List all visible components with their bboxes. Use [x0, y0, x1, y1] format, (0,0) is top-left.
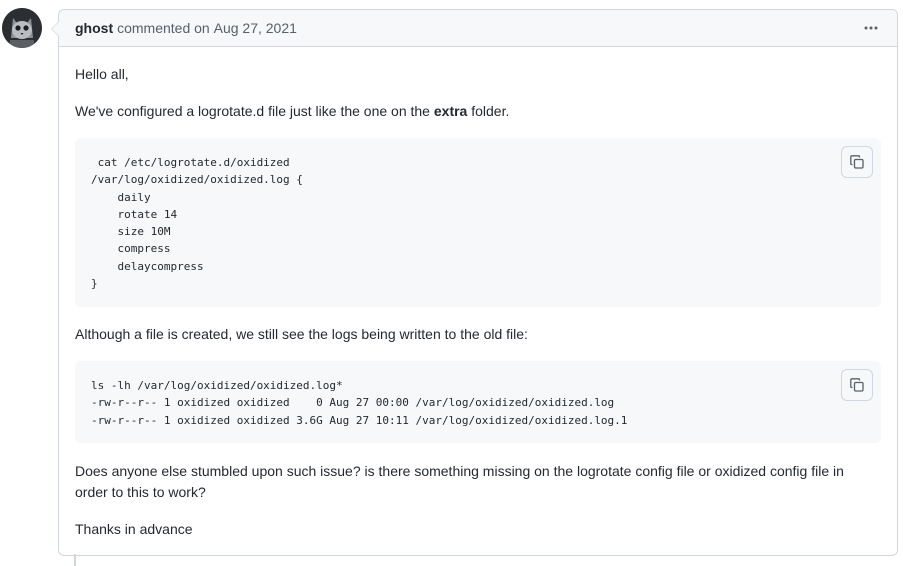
- greeting-text: Hello all,: [75, 66, 129, 82]
- code-ls: ls -lh /var/log/oxidized/oxidized.log* -…: [91, 379, 628, 427]
- comment-caret-inner: [52, 22, 59, 36]
- intro-after: folder.: [471, 103, 510, 119]
- copy-icon: [850, 155, 864, 169]
- intro-text: We've configured a logrotate.d file just…: [75, 101, 509, 122]
- comment-box: ghost commented on Aug 27, 2021 Hello al…: [51, 9, 898, 556]
- thanks-text: Thanks in advance: [75, 521, 193, 537]
- question-text: Does anyone else stumbled upon such issu…: [75, 463, 844, 500]
- kebab-horizontal-icon[interactable]: [859, 18, 883, 38]
- timeline-line: [74, 554, 76, 566]
- avatar[interactable]: [2, 8, 42, 48]
- intro-before: We've configured a logrotate.d file just…: [75, 103, 430, 119]
- comment-date[interactable]: Aug 27, 2021: [214, 20, 297, 36]
- code-block-ls: ls -lh /var/log/oxidized/oxidized.log* -…: [75, 361, 881, 443]
- copy-icon: [850, 378, 864, 392]
- code-block-logrotate: cat /etc/logrotate.d/oxidized /var/log/o…: [75, 138, 881, 307]
- code-logrotate: cat /etc/logrotate.d/oxidized /var/log/o…: [91, 156, 303, 291]
- copy-button[interactable]: [841, 369, 873, 401]
- comment-action: commented on: [117, 20, 210, 36]
- observation-text: Although a file is created, we still see…: [75, 326, 528, 342]
- comment-header: ghost commented on Aug 27, 2021: [59, 10, 897, 47]
- author-link[interactable]: ghost: [75, 20, 113, 36]
- copy-button[interactable]: [841, 146, 873, 178]
- intro-bold: extra: [433, 103, 468, 119]
